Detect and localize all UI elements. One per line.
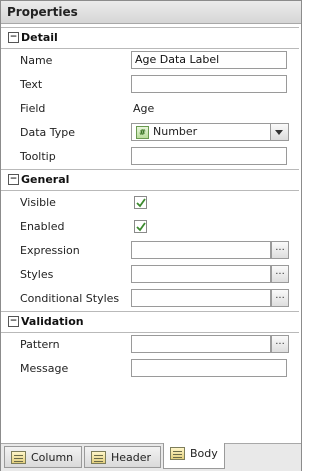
chevron-down-icon[interactable] — [270, 124, 288, 140]
property-row-styles: Styles ... — [1, 263, 299, 287]
section-general-header[interactable]: − General — [1, 169, 299, 191]
expression-input[interactable] — [131, 241, 271, 259]
property-row-tooltip: Tooltip — [1, 145, 299, 169]
checkmark-icon — [136, 222, 146, 232]
property-label: Text — [20, 78, 43, 91]
tab-label: Header — [111, 451, 152, 464]
expression-browse-button[interactable]: ... — [271, 241, 289, 259]
property-label: Pattern — [20, 338, 60, 351]
tab-strip: Column Header Body — [1, 443, 301, 471]
property-row-enabled: Enabled — [1, 215, 299, 239]
collapse-toggle-icon[interactable]: − — [8, 316, 19, 327]
tab-header[interactable]: Header — [84, 446, 161, 468]
collapse-toggle-icon[interactable]: − — [8, 174, 19, 185]
conditional-styles-input[interactable] — [131, 289, 271, 307]
section-validation-header[interactable]: − Validation — [1, 311, 299, 333]
property-label: Tooltip — [20, 150, 56, 163]
enabled-checkbox[interactable] — [134, 220, 147, 233]
pattern-input[interactable] — [131, 335, 271, 353]
visible-checkbox[interactable] — [134, 196, 147, 209]
property-label: Conditional Styles — [20, 292, 120, 305]
property-label: Enabled — [20, 220, 65, 233]
property-row-data-type: Data Type # Number — [1, 121, 299, 145]
section-title: Detail — [21, 31, 58, 44]
conditional-styles-browse-button[interactable]: ... — [271, 289, 289, 307]
body-icon — [170, 447, 185, 460]
pattern-browse-button[interactable]: ... — [271, 335, 289, 353]
property-label: Visible — [20, 196, 56, 209]
properties-panel: Properties − Detail Name Age Data Label … — [0, 0, 302, 471]
property-label: Data Type — [20, 126, 76, 139]
section-title: Validation — [21, 315, 84, 328]
data-type-select[interactable]: # Number — [131, 123, 289, 141]
pattern-editor: ... — [131, 335, 289, 353]
tooltip-input[interactable] — [131, 147, 287, 165]
header-icon — [91, 451, 106, 464]
collapse-toggle-icon[interactable]: − — [8, 32, 19, 43]
property-row-visible: Visible — [1, 191, 299, 215]
checkmark-icon — [136, 198, 146, 208]
name-input[interactable]: Age Data Label — [131, 51, 287, 69]
property-row-field: Field Age — [1, 97, 299, 121]
property-row-pattern: Pattern ... — [1, 333, 299, 357]
panel-title: Properties — [1, 1, 301, 24]
property-row-expression: Expression ... — [1, 239, 299, 263]
property-label: Name — [20, 54, 53, 67]
property-row-text: Text — [1, 73, 299, 97]
number-type-icon: # — [136, 126, 149, 139]
expression-editor: ... — [131, 241, 289, 259]
message-input[interactable] — [131, 359, 287, 377]
property-label: Message — [20, 362, 69, 375]
tab-body[interactable]: Body — [163, 443, 225, 469]
property-label: Expression — [20, 244, 80, 257]
property-row-conditional-styles: Conditional Styles ... — [1, 287, 299, 311]
text-input[interactable] — [131, 75, 287, 93]
tab-label: Column — [31, 451, 74, 464]
field-value: Age — [133, 102, 155, 115]
column-icon — [11, 451, 26, 464]
tab-label: Body — [190, 447, 218, 460]
styles-input[interactable] — [131, 265, 271, 283]
styles-editor: ... — [131, 265, 289, 283]
styles-browse-button[interactable]: ... — [271, 265, 289, 283]
property-row-message: Message — [1, 357, 299, 381]
property-row-name: Name Age Data Label — [1, 49, 299, 73]
conditional-styles-editor: ... — [131, 289, 289, 307]
data-type-value: Number — [153, 125, 198, 138]
property-label: Styles — [20, 268, 54, 281]
property-grid: − Detail Name Age Data Label Text Field … — [1, 27, 299, 381]
tab-column[interactable]: Column — [4, 446, 82, 468]
section-title: General — [21, 173, 70, 186]
section-detail-header[interactable]: − Detail — [1, 27, 299, 49]
property-label: Field — [20, 102, 46, 115]
